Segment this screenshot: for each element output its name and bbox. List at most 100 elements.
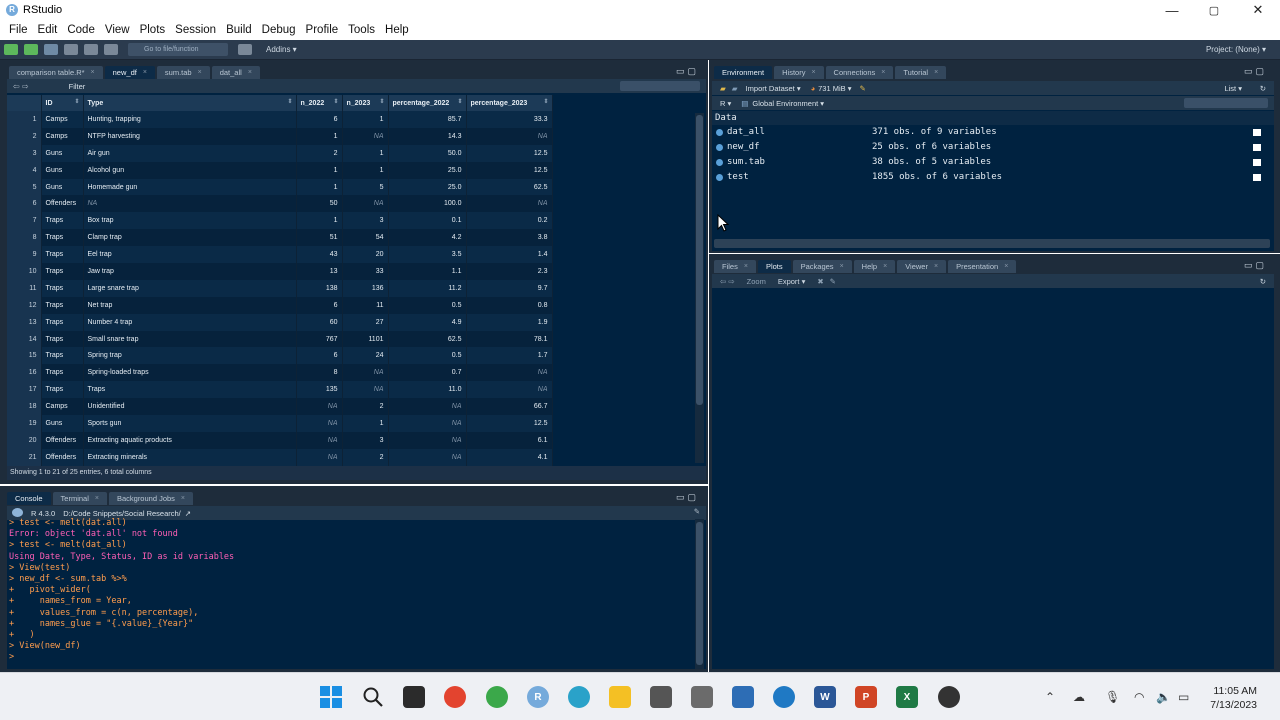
chrome-profile-icon[interactable] — [486, 686, 508, 708]
start-menu-icon[interactable] — [320, 686, 342, 708]
menu-session[interactable]: Session — [170, 24, 221, 36]
table-row[interactable]: 13 Traps Number 4 trap 60 27 4.9 1.9 — [7, 313, 553, 331]
table-row[interactable]: 14 Traps Small snare trap 767 1101 62.5 78.1 — [7, 330, 553, 348]
table-row[interactable]: 6 Offenders NA 50 NA 100.0 NA — [7, 195, 553, 213]
data-search-input[interactable] — [620, 81, 700, 91]
tab-close-icon[interactable]: × — [1004, 260, 1008, 273]
minimize-button[interactable]: — — [1150, 0, 1194, 20]
delete-plot-icon[interactable]: ✖ — [817, 277, 823, 286]
console-output[interactable]: > test <- melt(dat.all) Error: object 'da… — [9, 518, 234, 664]
sort-icon[interactable]: ⇕ — [379, 98, 384, 105]
sort-icon[interactable]: ⇕ — [287, 98, 292, 105]
column-header-n_2022[interactable]: n_2022 ⇕ — [296, 95, 343, 111]
language-menu[interactable]: R ▾ — [720, 99, 731, 108]
table-row[interactable]: 5 Guns Homemade gun 1 5 25.0 62.5 — [7, 178, 553, 196]
table-row[interactable]: 12 Traps Net trap 6 11 0.5 0.8 — [7, 296, 553, 314]
menu-view[interactable]: View — [100, 24, 135, 36]
table-row[interactable]: 10 Traps Jaw trap 13 33 1.1 2.3 — [7, 263, 553, 280]
globe-app-icon[interactable] — [568, 686, 590, 708]
menu-plots[interactable]: Plots — [135, 24, 171, 36]
task-view-icon[interactable] — [403, 686, 425, 708]
menu-help[interactable]: Help — [380, 24, 414, 36]
save-workspace-icon[interactable]: ▰ — [732, 84, 738, 93]
console-tab[interactable]: Background Jobs × — [108, 492, 194, 505]
expand-object-icon[interactable] — [716, 144, 723, 151]
column-header-percentage_2022[interactable]: percentage_2022 ⇕ — [388, 95, 467, 111]
clear-plots-icon[interactable]: ✎ — [830, 277, 836, 286]
menu-profile[interactable]: Profile — [301, 24, 344, 36]
wifi-icon[interactable]: ◠ — [1134, 690, 1144, 704]
volume-icon[interactable]: 🔈 — [1156, 690, 1171, 704]
table-row[interactable]: 8 Traps Clamp trap 51 54 4.2 3.8 — [7, 229, 553, 247]
expand-object-icon[interactable] — [716, 159, 723, 166]
tab-close-icon[interactable]: × — [95, 492, 99, 505]
environment-horizontal-scrollbar[interactable] — [714, 239, 1270, 248]
import-dataset-button[interactable]: Import Dataset ▾ — [746, 84, 801, 93]
source-tab[interactable]: dat_all × — [211, 66, 260, 79]
snipping-tool-icon[interactable] — [650, 686, 672, 708]
search-icon[interactable] — [362, 686, 384, 708]
table-row[interactable]: 2 Camps NTFP harvesting 1 NA 14.3 NA — [7, 127, 553, 145]
calculator-icon[interactable] — [691, 686, 713, 708]
new-project-icon[interactable] — [24, 44, 38, 55]
view-table-icon[interactable] — [1253, 159, 1261, 166]
view-table-icon[interactable] — [1253, 174, 1261, 181]
table-row[interactable]: 21 Offenders Extracting minerals NA 2 NA 4.1 — [7, 448, 553, 466]
files-tab[interactable]: Files × — [714, 260, 756, 273]
tab-close-icon[interactable]: × — [883, 260, 887, 273]
sort-icon[interactable]: ⇕ — [543, 98, 548, 105]
tab-close-icon[interactable]: × — [881, 66, 885, 79]
new-file-icon[interactable] — [4, 44, 18, 55]
tab-close-icon[interactable]: × — [91, 66, 95, 79]
files-tab[interactable]: Packages × — [792, 260, 852, 273]
word-icon[interactable]: W — [814, 686, 836, 708]
sort-icon[interactable]: ⇕ — [333, 98, 338, 105]
sort-icon[interactable]: ⇕ — [74, 98, 79, 105]
files-minmax-icon[interactable]: ▭▢ — [1244, 260, 1267, 271]
tab-close-icon[interactable]: × — [198, 66, 202, 79]
menu-code[interactable]: Code — [62, 24, 100, 36]
zoom-button[interactable]: Zoom — [747, 277, 766, 286]
environment-object-row[interactable]: new_df 25 obs. of 6 variables — [712, 140, 1274, 155]
console-tab[interactable]: Console — [7, 492, 51, 505]
global-environment-menu[interactable]: Global Environment ▾ — [752, 99, 824, 108]
scrollbar-thumb[interactable] — [696, 115, 703, 405]
working-directory-label[interactable]: D:/Code Snippets/Social Research/ — [63, 509, 181, 518]
export-menu[interactable]: Export ▾ — [778, 277, 806, 286]
files-tab[interactable]: Help × — [853, 260, 896, 273]
column-header-percentage_2023[interactable]: percentage_2023 ⇕ — [466, 95, 553, 111]
environment-tab[interactable]: Tutorial × — [895, 66, 947, 79]
source-minmax-icon[interactable]: ▭▢ — [676, 66, 699, 77]
addins-menu[interactable]: Addins ▾ — [266, 45, 297, 54]
table-row[interactable]: 1 Camps Hunting, trapping 6 1 85.7 33.3 — [7, 111, 553, 128]
refresh-icon[interactable]: ↻ — [1260, 84, 1266, 93]
column-header-n_2023[interactable]: n_2023 ⇕ — [342, 95, 389, 111]
table-row[interactable]: 18 Camps Unidentified NA 2 NA 66.7 — [7, 398, 553, 416]
tab-close-icon[interactable]: × — [143, 66, 147, 79]
table-row[interactable]: 3 Guns Air gun 2 1 50.0 12.5 — [7, 144, 553, 162]
battery-icon[interactable]: ▭ — [1178, 690, 1189, 704]
clear-console-icon[interactable]: ✎ — [694, 507, 700, 516]
save-icon[interactable] — [64, 44, 78, 55]
plot-nav-icon[interactable]: ⇦ ⇨ — [720, 277, 735, 286]
edge-icon[interactable] — [773, 686, 795, 708]
table-row[interactable]: 19 Guns Sports gun NA 1 NA 12.5 — [7, 415, 553, 432]
go-to-directory-icon[interactable]: ↗ — [185, 509, 191, 518]
clear-environment-icon[interactable]: ✎ — [860, 84, 866, 93]
powerpoint-icon[interactable]: P — [855, 686, 877, 708]
tab-close-icon[interactable]: × — [811, 66, 815, 79]
menu-tools[interactable]: Tools — [343, 24, 380, 36]
column-header-type[interactable]: Type ⇕ — [83, 95, 297, 111]
environment-search-input[interactable] — [1184, 98, 1268, 108]
console-minmax-icon[interactable]: ▭▢ — [676, 492, 699, 503]
system-clock[interactable]: 11:05 AM 7/13/2023 — [1210, 684, 1257, 712]
tab-close-icon[interactable]: × — [934, 260, 938, 273]
files-tab[interactable]: Viewer × — [897, 260, 947, 273]
table-row[interactable]: 7 Traps Box trap 1 3 0.1 0.2 — [7, 212, 553, 230]
file-explorer-icon[interactable] — [609, 686, 631, 708]
menu-build[interactable]: Build — [221, 24, 257, 36]
menu-edit[interactable]: Edit — [33, 24, 63, 36]
recorder-icon[interactable] — [938, 686, 960, 708]
table-row[interactable]: 9 Traps Eel trap 43 20 3.5 1.4 — [7, 246, 553, 264]
menu-file[interactable]: File — [4, 24, 33, 36]
